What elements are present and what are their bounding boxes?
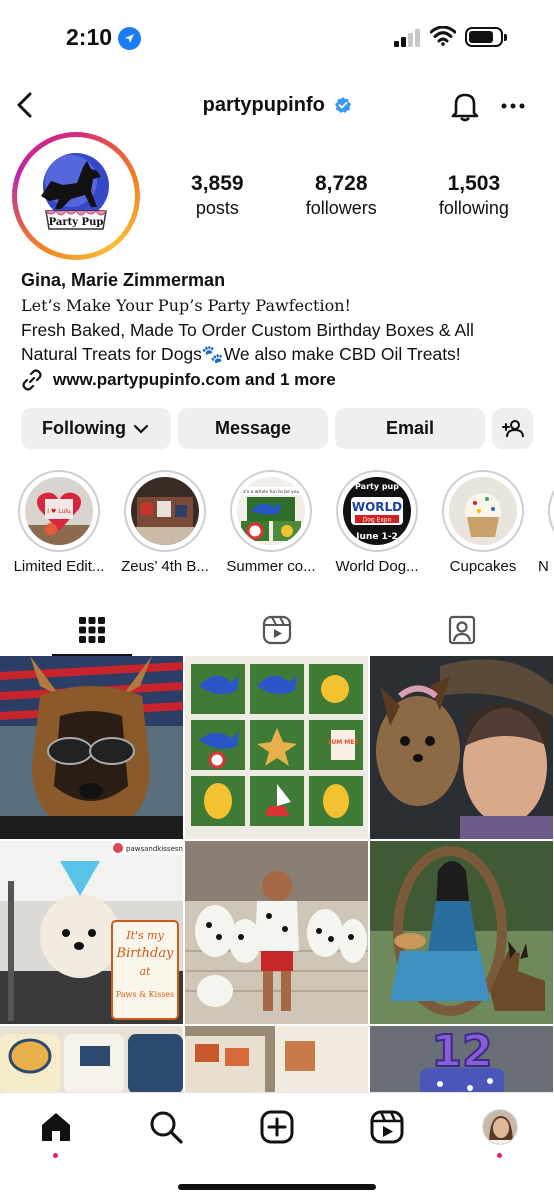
highlight-item[interactable]: I ♥ Lulu Limited Edit... <box>4 470 114 575</box>
profile-display-name: Gina, Marie Zimmerman <box>21 270 226 290</box>
posts-grid: SUM MER pawsandkissesnj It's my Birthday… <box>0 656 554 1096</box>
cellular-signal-icon <box>394 29 420 47</box>
highlight-item[interactable]: N <box>534 470 554 575</box>
cookie-text: SUM MER <box>327 739 359 746</box>
following-label: Following <box>42 418 126 438</box>
stat-label: posts <box>195 198 239 218</box>
post-thumbnail[interactable] <box>185 841 368 1024</box>
post-thumbnail[interactable] <box>0 1026 183 1096</box>
username-text: partypupinfo <box>202 94 325 116</box>
highlight-label: N <box>538 558 549 575</box>
stat-value: 1,503 <box>447 172 501 195</box>
stat-label: following <box>438 198 509 218</box>
bio-tagline: Let’s Make Your Pup’s Party Pawfection! <box>21 296 351 315</box>
link-text: www.partypupinfo.com and 1 more <box>53 370 336 389</box>
highlight-cover-text: Party pup <box>355 482 399 491</box>
link-chain-icon <box>22 369 42 391</box>
highlight-item[interactable]: It's a whale fun to be you Summer co... <box>216 470 326 575</box>
highlight-cover-text: Dog Expo <box>363 517 392 524</box>
status-time: 2:10 <box>66 24 113 50</box>
post-thumbnail[interactable] <box>370 656 553 839</box>
grid-icon <box>79 617 105 643</box>
chevron-down-icon <box>133 424 149 434</box>
home-indicator <box>178 1184 376 1190</box>
message-button[interactable]: Message <box>178 408 328 449</box>
add-person-icon <box>501 419 524 437</box>
avatar-logo-text: Party Pup <box>49 217 104 228</box>
highlight-label: Cupcakes <box>449 558 517 575</box>
tab-tagged[interactable] <box>370 604 554 656</box>
post-thumbnail[interactable] <box>0 656 183 839</box>
highlight-cover-text: June 1-2 <box>355 532 398 542</box>
profile-stats: 3,859 posts 8,728 followers 1,503 follow… <box>160 172 540 219</box>
profile-tabs <box>0 604 554 656</box>
post-watermark: pawsandkissesnj <box>126 845 183 853</box>
profile-avatar-nav[interactable] <box>482 1109 518 1145</box>
status-bar: 2:10 <box>0 0 554 72</box>
tab-reels[interactable] <box>185 604 369 656</box>
stat-value: 3,859 <box>191 172 244 195</box>
story-highlights: I ♥ Lulu Limited Edit... Zeus’ 4th B... … <box>0 470 554 590</box>
battery-icon <box>465 27 507 47</box>
sign-text: at <box>140 965 152 978</box>
reels-icon <box>262 615 292 645</box>
profile-actions: Following Message Email <box>21 408 533 449</box>
profile-bio: Gina, Marie Zimmerman Let’s Make Your Pu… <box>21 268 541 366</box>
sign-text: It's my <box>125 929 164 942</box>
following-count[interactable]: 1,503 following <box>439 172 509 219</box>
notifications-bell-icon[interactable] <box>450 90 480 122</box>
highlight-cover-text: It's a whale fun to be you <box>242 489 299 495</box>
bio-line: Natural Treats for Dogs🐾We also make CBD… <box>21 344 461 364</box>
reels-nav-icon[interactable] <box>369 1109 405 1145</box>
message-label: Message <box>214 418 292 438</box>
highlight-label: World Dog... <box>335 558 419 575</box>
post-thumbnail[interactable]: 12 <box>370 1026 553 1096</box>
create-post-icon[interactable] <box>259 1109 295 1145</box>
highlight-item[interactable]: Zeus’ 4th B... <box>110 470 220 575</box>
profile-link[interactable]: www.partypupinfo.com and 1 more <box>21 369 336 391</box>
profile-header-bar: partypupinfo <box>0 82 554 130</box>
more-options-icon[interactable] <box>500 90 526 122</box>
highlight-label: Zeus’ 4th B... <box>121 558 209 575</box>
avatar-image: Party Pup <box>21 141 131 251</box>
stat-value: 8,728 <box>314 172 368 195</box>
search-icon[interactable] <box>148 1109 184 1145</box>
home-notification-dot <box>53 1153 58 1158</box>
profile-avatar[interactable]: Party Pup <box>12 132 140 260</box>
highlight-cover-text: WORLD <box>352 500 402 514</box>
highlight-cover-text: I ♥ Lulu <box>47 508 71 515</box>
highlight-label: Summer co... <box>226 558 316 575</box>
followers-count[interactable]: 8,728 followers <box>306 172 377 219</box>
email-button[interactable]: Email <box>335 408 485 449</box>
sign-text: Birthday <box>116 946 175 961</box>
following-button[interactable]: Following <box>21 408 171 449</box>
post-thumbnail[interactable] <box>370 841 553 1024</box>
posts-count[interactable]: 3,859 posts <box>191 172 244 219</box>
tab-posts-grid[interactable] <box>0 604 184 656</box>
highlight-item[interactable]: Cupcakes <box>428 470 538 575</box>
suggest-people-button[interactable] <box>492 408 533 449</box>
location-arrow-icon <box>118 27 141 50</box>
highlight-item[interactable]: Party pup WORLD Dog Expo June 1-2 World … <box>322 470 432 575</box>
profile-notification-dot <box>497 1153 502 1158</box>
post-thumbnail[interactable]: SUM MER <box>185 656 368 839</box>
email-label: Email <box>385 418 435 438</box>
stat-label: followers <box>305 198 377 218</box>
home-icon[interactable] <box>38 1109 74 1145</box>
highlight-label: Limited Edit... <box>13 558 105 575</box>
tagged-person-icon <box>448 615 476 645</box>
post-thumbnail[interactable]: pawsandkissesnj It's my Birthday at Paws… <box>0 841 183 1024</box>
verified-badge-icon <box>335 97 352 113</box>
sign-text: Paws & Kisses <box>116 990 175 999</box>
bio-line: Fresh Baked, Made To Order Custom Birthd… <box>21 320 474 340</box>
wifi-icon <box>430 26 456 46</box>
post-thumbnail[interactable] <box>185 1026 368 1096</box>
